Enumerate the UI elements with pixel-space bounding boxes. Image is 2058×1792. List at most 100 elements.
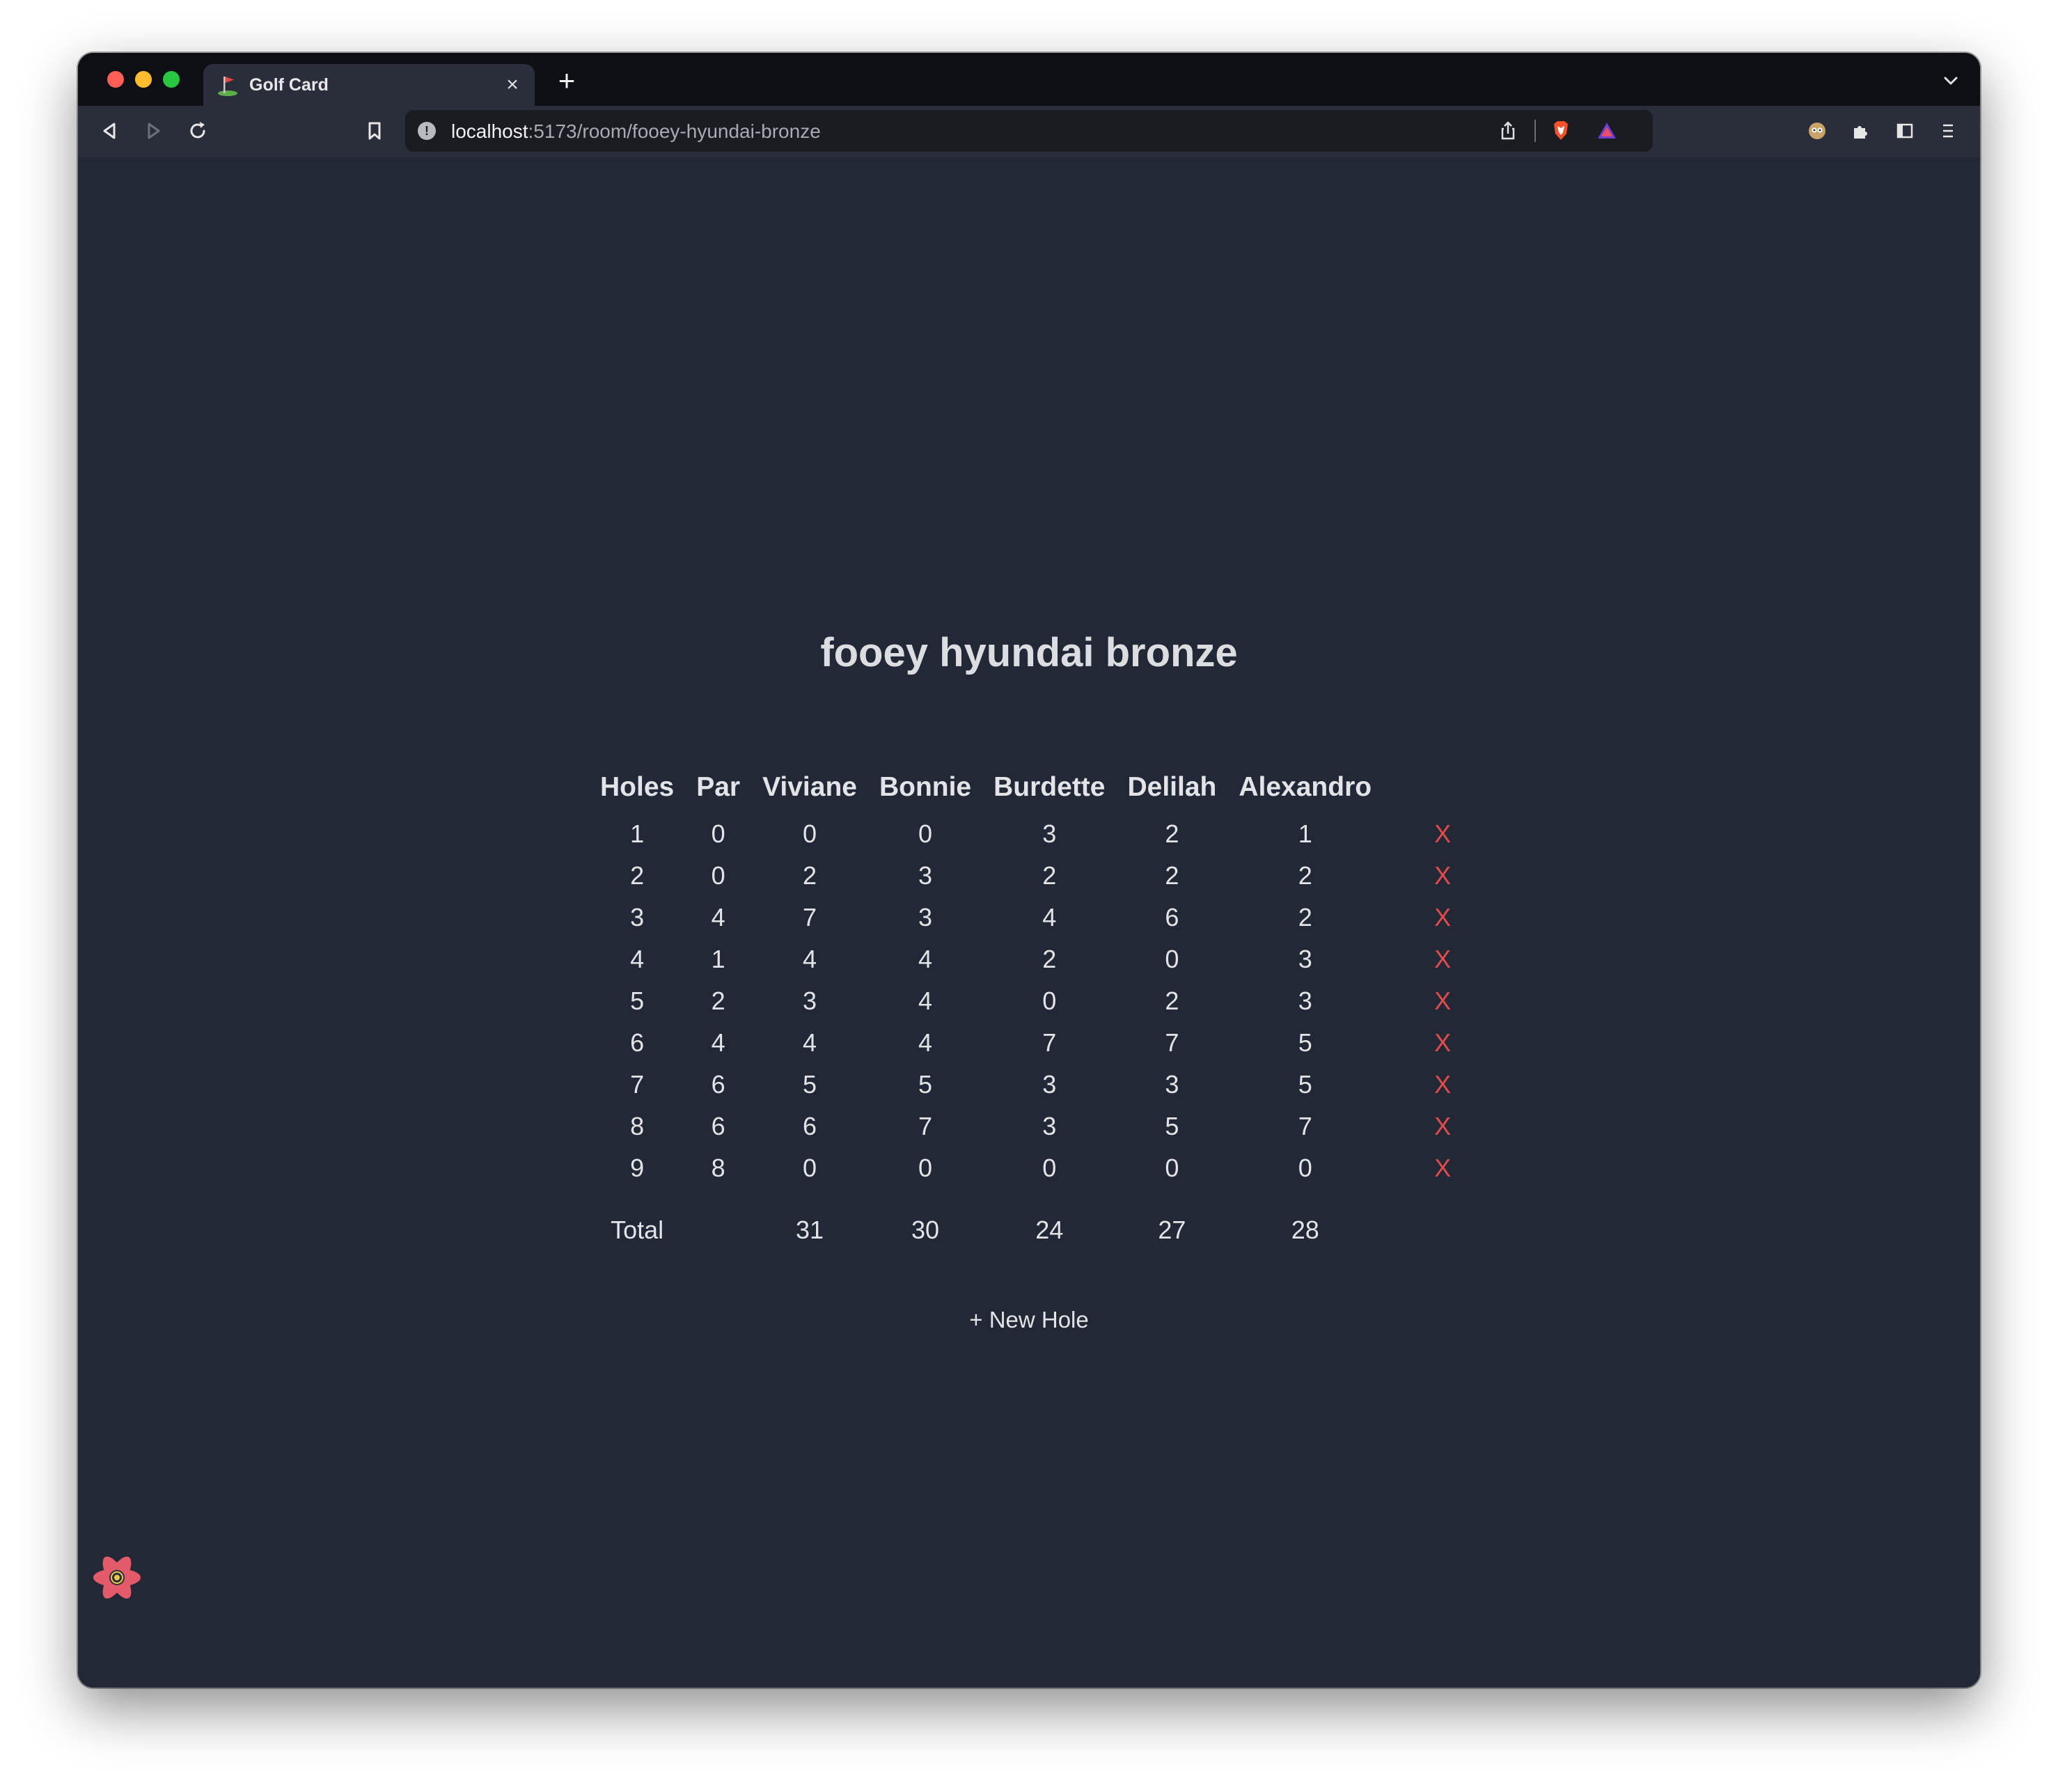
hole-number-cell: 4 (630, 945, 645, 973)
extension-avatar-icon[interactable] (1802, 116, 1832, 146)
score-cell-player-1[interactable]: 4 (751, 938, 868, 980)
delete-hole-button[interactable]: X (1434, 1112, 1451, 1141)
delete-hole-button[interactable]: X (1434, 903, 1451, 932)
par-cell[interactable]: 6 (685, 1106, 751, 1147)
menu-icon[interactable] (1933, 116, 1963, 146)
score-cell-player-5[interactable]: 3 (1227, 980, 1383, 1022)
score-cell-player-4[interactable]: 2 (1116, 855, 1227, 897)
score-cell-player-4[interactable]: 0 (1116, 938, 1227, 980)
score-cell-player-5[interactable]: 1 (1227, 813, 1383, 855)
react-devtools-icon[interactable] (89, 1550, 145, 1605)
hole-number-cell: 5 (630, 987, 645, 1015)
tab-close-icon[interactable]: × (500, 72, 525, 97)
score-cell-player-3[interactable]: 0 (982, 980, 1116, 1022)
score-cell-player-4[interactable]: 7 (1116, 1022, 1227, 1064)
delete-hole-button[interactable]: X (1434, 987, 1451, 1016)
brave-shield-icon[interactable] (1546, 116, 1576, 146)
score-cell-player-2[interactable]: 4 (868, 980, 982, 1022)
score-cell-player-3[interactable]: 7 (982, 1022, 1116, 1064)
score-cell-player-2[interactable]: 7 (868, 1106, 982, 1147)
new-hole-button[interactable]: + New Hole (965, 1306, 1093, 1334)
score-cell-player-3[interactable]: 3 (982, 1106, 1116, 1147)
delete-cell: X (1383, 1106, 1502, 1147)
score-cell-player-1[interactable]: 6 (751, 1106, 868, 1147)
score-cell-player-5[interactable]: 2 (1227, 897, 1383, 938)
hole-number-cell: 7 (630, 1070, 645, 1099)
score-cell-player-1[interactable]: 5 (751, 1064, 868, 1106)
column-header-player-5: Alexandro (1239, 772, 1372, 802)
new-tab-button[interactable]: + (551, 65, 582, 96)
score-cell-player-2[interactable]: 5 (868, 1064, 982, 1106)
par-cell[interactable]: 8 (685, 1147, 751, 1189)
score-cell-player-2[interactable]: 0 (868, 813, 982, 855)
extensions-puzzle-icon[interactable] (1845, 116, 1876, 146)
par-cell[interactable]: 4 (685, 897, 751, 938)
delete-hole-button[interactable]: X (1434, 819, 1451, 849)
brave-rewards-icon[interactable] (1592, 116, 1622, 146)
header-row: Holes Par Viviane Bonnie Burdette Delila… (589, 762, 1502, 813)
score-cell-player-3[interactable]: 3 (982, 813, 1116, 855)
url-divider (1534, 120, 1536, 142)
chevron-down-icon[interactable] (1937, 67, 1965, 95)
score-cell-player-5[interactable]: 5 (1227, 1022, 1383, 1064)
score-cell-player-2[interactable]: 3 (868, 897, 982, 938)
column-header-par: Par (696, 772, 741, 802)
address-bar[interactable]: ! localhost:5173/room/fooey-hyundai-bron… (405, 110, 1653, 152)
score-cell-player-3[interactable]: 2 (982, 855, 1116, 897)
site-info-icon[interactable]: ! (418, 122, 436, 140)
score-cell-player-1[interactable]: 7 (751, 897, 868, 938)
total-player-4: 27 (1158, 1216, 1186, 1244)
sidebar-toggle-icon[interactable] (1890, 116, 1920, 146)
score-cell-player-2[interactable]: 4 (868, 938, 982, 980)
par-cell[interactable]: 0 (685, 813, 751, 855)
delete-cell: X (1383, 813, 1502, 855)
score-cell-player-3[interactable]: 3 (982, 1064, 1116, 1106)
score-cell-player-3[interactable]: 0 (982, 1147, 1116, 1189)
score-cell-player-5[interactable]: 2 (1227, 855, 1383, 897)
reload-icon[interactable] (182, 116, 213, 146)
forward-icon[interactable] (138, 116, 168, 146)
delete-hole-button[interactable]: X (1434, 1070, 1451, 1099)
score-cell-player-1[interactable]: 0 (751, 1147, 868, 1189)
delete-hole-button[interactable]: X (1434, 861, 1451, 890)
close-window-button[interactable] (107, 71, 124, 88)
par-cell[interactable]: 0 (685, 855, 751, 897)
par-cell[interactable]: 6 (685, 1064, 751, 1106)
score-cell-player-5[interactable]: 3 (1227, 938, 1383, 980)
score-cell-player-5[interactable]: 5 (1227, 1064, 1383, 1106)
score-cell-player-3[interactable]: 4 (982, 897, 1116, 938)
score-cell-player-1[interactable]: 3 (751, 980, 868, 1022)
score-cell-player-4[interactable]: 5 (1116, 1106, 1227, 1147)
score-cell-player-2[interactable]: 3 (868, 855, 982, 897)
delete-hole-button[interactable]: X (1434, 1028, 1451, 1058)
table-row: 6444775X (589, 1022, 1502, 1064)
score-cell-player-1[interactable]: 2 (751, 855, 868, 897)
score-cell-player-4[interactable]: 6 (1116, 897, 1227, 938)
par-cell[interactable]: 4 (685, 1022, 751, 1064)
score-cell-player-4[interactable]: 0 (1116, 1147, 1227, 1189)
score-cell-player-3[interactable]: 2 (982, 938, 1116, 980)
score-cell-player-4[interactable]: 2 (1116, 813, 1227, 855)
score-cell-player-4[interactable]: 3 (1116, 1064, 1227, 1106)
delete-hole-button[interactable]: X (1434, 945, 1451, 974)
score-cell-player-5[interactable]: 0 (1227, 1147, 1383, 1189)
par-cell[interactable]: 2 (685, 980, 751, 1022)
score-cell-player-5[interactable]: 7 (1227, 1106, 1383, 1147)
score-cell-player-1[interactable]: 4 (751, 1022, 868, 1064)
score-cell-player-2[interactable]: 0 (868, 1147, 982, 1189)
score-cell-player-1[interactable]: 0 (751, 813, 868, 855)
bookmark-icon[interactable] (359, 116, 390, 146)
share-icon[interactable] (1493, 116, 1523, 146)
maximize-window-button[interactable] (163, 71, 180, 88)
par-cell[interactable]: 1 (685, 938, 751, 980)
table-row: 8667357X (589, 1106, 1502, 1147)
score-cell-player-2[interactable]: 4 (868, 1022, 982, 1064)
score-cell-player-4[interactable]: 2 (1116, 980, 1227, 1022)
column-header-player-1: Viviane (762, 772, 857, 802)
hole-number-cell: 3 (630, 903, 645, 932)
back-icon[interactable] (95, 116, 125, 146)
minimize-window-button[interactable] (135, 71, 152, 88)
table-row: 4144203X (589, 938, 1502, 980)
delete-hole-button[interactable]: X (1434, 1154, 1451, 1183)
tab-golf-card[interactable]: Golf Card × (203, 64, 535, 106)
